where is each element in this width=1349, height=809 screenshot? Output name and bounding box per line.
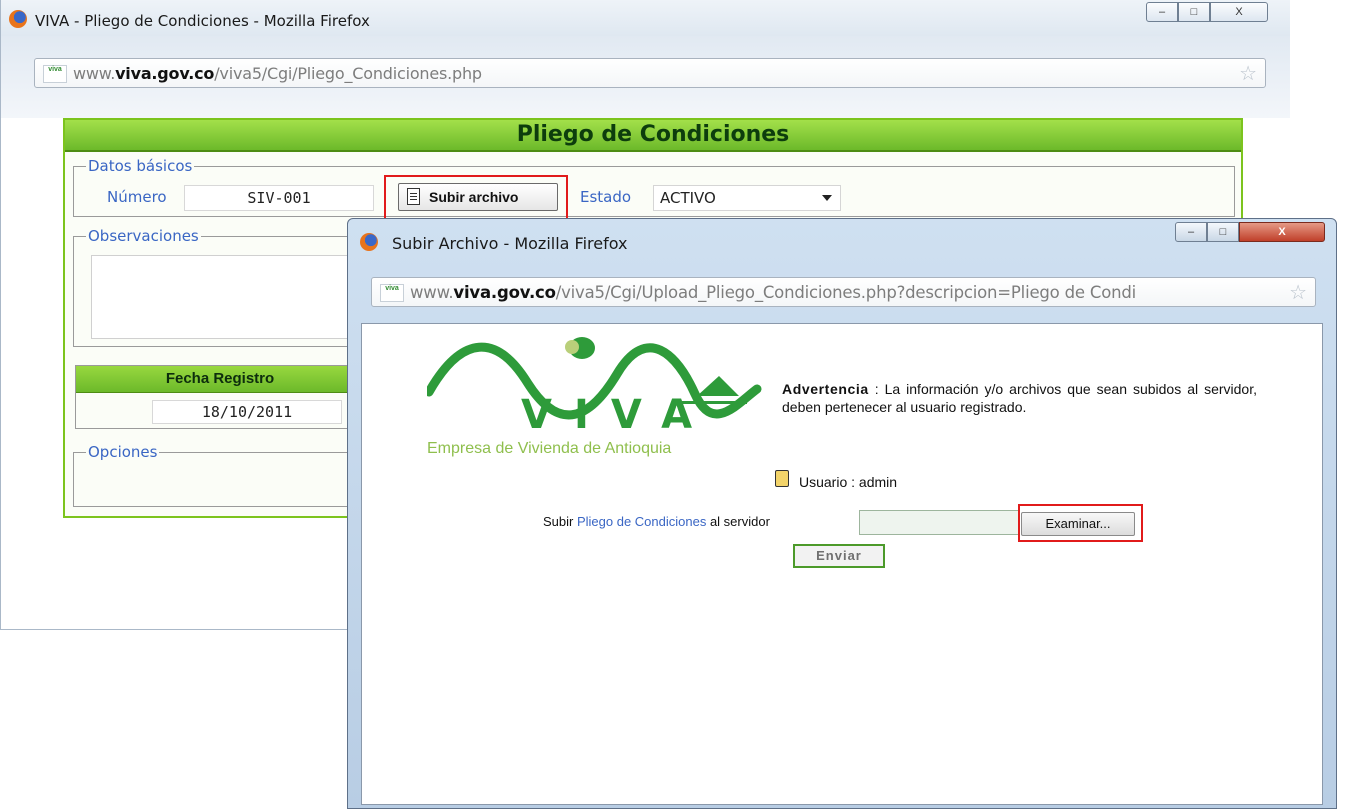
site-favicon-icon: viva: [380, 284, 404, 302]
popup-address-bar[interactable]: viva www.viva.gov.co/viva5/Cgi/Upload_Pl…: [371, 277, 1316, 307]
observaciones-legend: Observaciones: [88, 227, 199, 245]
close-icon: X: [1235, 6, 1243, 18]
site-favicon-icon: viva: [43, 65, 67, 83]
upload-suffix: al servidor: [706, 514, 770, 529]
upload-prefix: Subir: [543, 514, 577, 529]
upload-instruction: Subir Pliego de Condiciones al servidor: [543, 514, 770, 529]
main-url-text: www.viva.gov.co/viva5/Cgi/Pliego_Condici…: [73, 64, 482, 83]
form-header: Pliego de Condiciones: [65, 120, 1241, 152]
logo-text: VIVA: [521, 392, 715, 438]
bookmark-star-icon[interactable]: ☆: [1239, 61, 1257, 86]
file-path-input[interactable]: [859, 510, 1019, 535]
popup-window-title: Subir Archivo - Mozilla Firefox: [392, 234, 628, 253]
maximize-button[interactable]: □: [1178, 2, 1210, 22]
main-window-title: VIVA - Pliego de Condiciones - Mozilla F…: [35, 12, 370, 30]
close-icon: X: [1278, 226, 1286, 238]
firefox-logo-icon: [360, 233, 378, 251]
highlight-examinar: [1018, 504, 1143, 542]
main-titlebar: VIVA - Pliego de Condiciones - Mozilla F…: [1, 0, 1290, 36]
maximize-icon: □: [1190, 6, 1198, 18]
minimize-button[interactable]: –: [1146, 2, 1178, 22]
form-title: Pliego de Condiciones: [516, 122, 790, 147]
estado-select[interactable]: ACTIVO: [653, 185, 841, 211]
estado-label: Estado: [580, 188, 632, 206]
numero-field[interactable]: SIV-001: [184, 185, 374, 211]
warning-label: Advertencia: [782, 381, 869, 397]
close-button[interactable]: X: [1210, 2, 1268, 22]
logo-subtitle: Empresa de Vivienda de Antioquia: [427, 440, 672, 457]
fecha-registro-header: Fecha Registro: [76, 366, 364, 393]
maximize-icon: □: [1219, 226, 1227, 238]
user-label: Usuario : admin: [799, 474, 898, 490]
popup-url-text: www.viva.gov.co/viva5/Cgi/Upload_Pliego_…: [410, 283, 1137, 302]
chevron-down-icon: [822, 195, 832, 201]
popup-minimize-button[interactable]: –: [1175, 222, 1207, 242]
highlight-subir-archivo: [384, 175, 568, 222]
observaciones-textarea[interactable]: [91, 255, 383, 339]
minimize-icon: –: [1158, 6, 1166, 18]
warning-text: Advertencia : La información y/o archivo…: [782, 380, 1257, 416]
popup-maximize-button[interactable]: □: [1207, 222, 1239, 242]
datos-basicos-legend: Datos básicos: [88, 157, 193, 175]
popup-content: VIVA Empresa de Vivienda de Antioquia Ad…: [361, 323, 1323, 805]
fecha-registro-field[interactable]: 18/10/2011: [152, 400, 342, 424]
firefox-logo-icon: [9, 10, 27, 28]
minimize-icon: –: [1187, 226, 1195, 238]
fecha-registro-box: Fecha Registro 18/10/2011: [75, 365, 365, 429]
numero-label: Número: [107, 188, 167, 206]
popup-close-button[interactable]: X: [1239, 222, 1325, 242]
upload-popup-window: Subir Archivo - Mozilla Firefox – □ X vi…: [347, 218, 1337, 809]
user-icon: [775, 470, 789, 487]
popup-titlebar: Subir Archivo - Mozilla Firefox – □ X: [348, 219, 1336, 255]
enviar-button[interactable]: Enviar: [793, 544, 885, 568]
upload-link-text: Pliego de Condiciones: [576, 514, 707, 529]
opciones-legend: Opciones: [88, 443, 158, 461]
viva-logo: VIVA Empresa de Vivienda de Antioquia: [424, 334, 777, 464]
bookmark-star-icon[interactable]: ☆: [1289, 280, 1307, 305]
main-address-bar[interactable]: viva www.viva.gov.co/viva5/Cgi/Pliego_Co…: [34, 58, 1266, 88]
estado-value: ACTIVO: [660, 189, 716, 207]
